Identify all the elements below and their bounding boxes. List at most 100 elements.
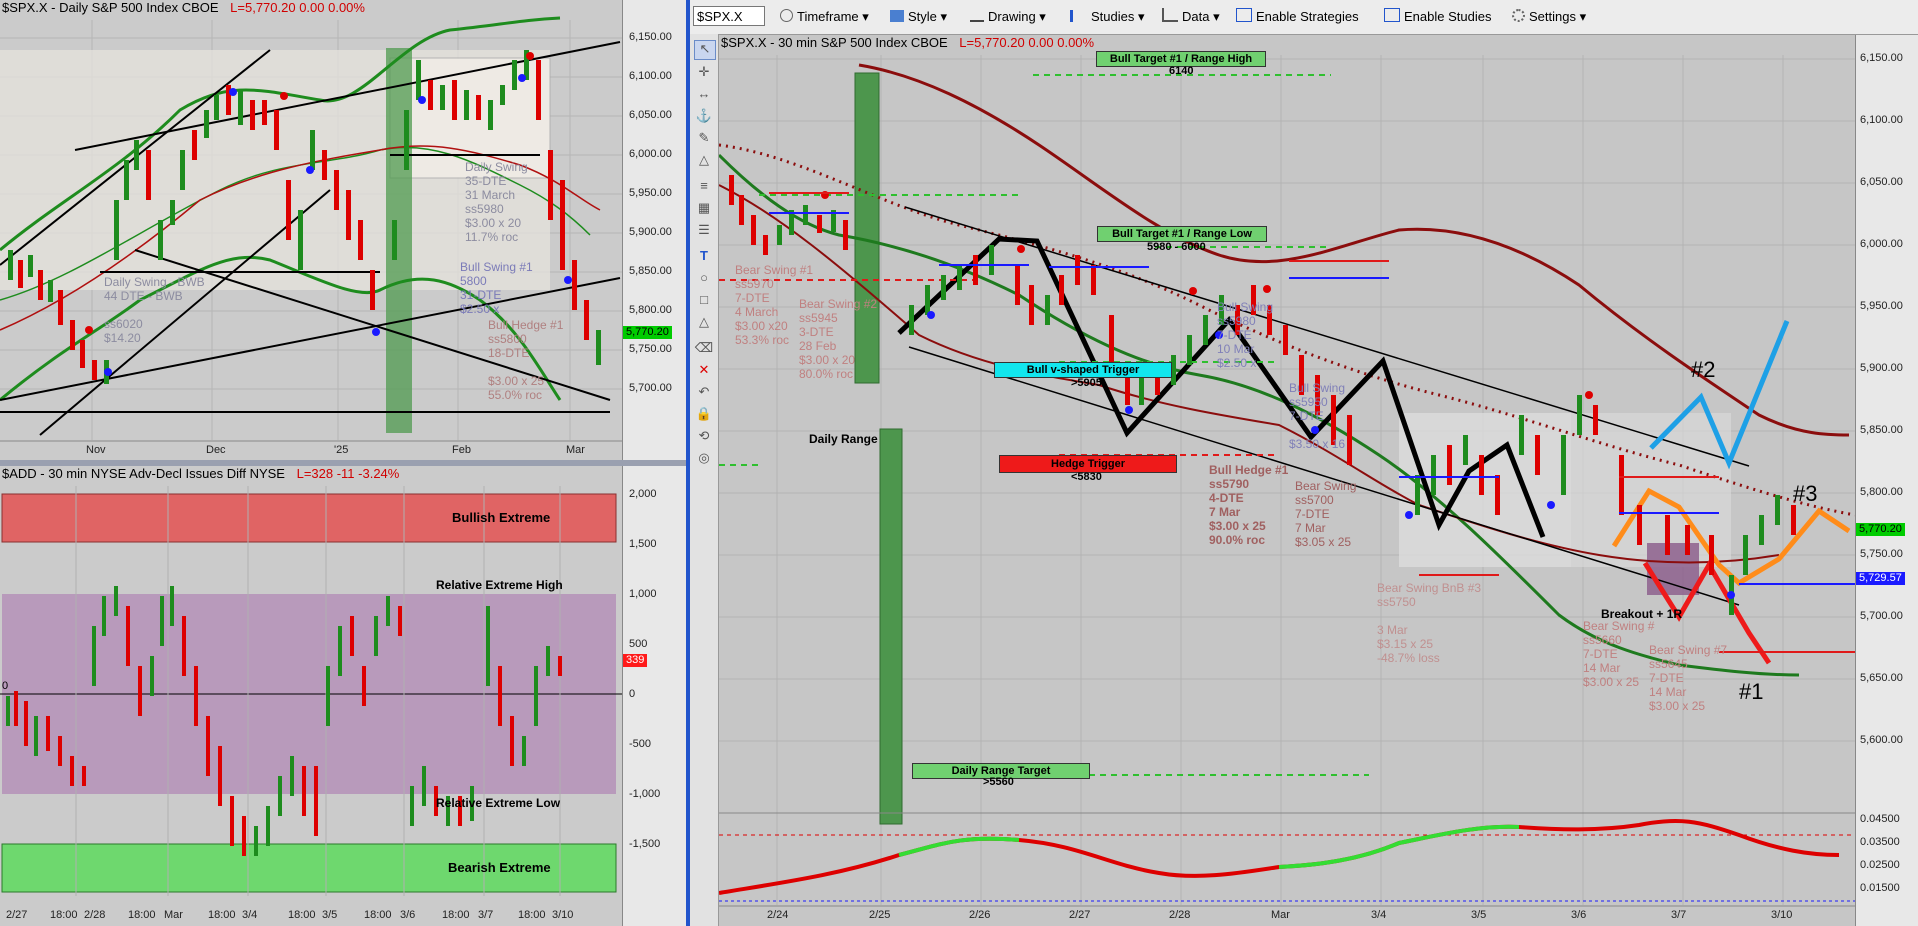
pencil-icon: [970, 8, 984, 22]
scenario-1-label: #1: [1739, 679, 1764, 704]
symbol-input[interactable]: $SPX.X: [693, 6, 765, 26]
bull-swing-a-note: Bull Swing ss5980 7-DTE 10 Mar $2.50 x: [1217, 300, 1274, 370]
eraser-tool-icon[interactable]: ⌫: [694, 340, 714, 358]
enable-studies-toggle[interactable]: Enable Studies: [1384, 8, 1491, 26]
y-tick: 6,000.00: [629, 148, 672, 160]
lock-tool-icon[interactable]: 🔒: [694, 406, 714, 424]
scenario-2-label: #2: [1691, 357, 1716, 382]
bear-swing-e-note: Bear Swing #7 ss5645 7-DTE 14 Mar $3.00 …: [1649, 643, 1728, 713]
hedge-trigger-value: <5830: [1071, 471, 1102, 483]
y-tick: 5,800.00: [1860, 486, 1903, 498]
x-tick: Mar: [164, 909, 183, 921]
x-tick: 18:00: [50, 909, 78, 921]
y-tick-lower: 0.02500: [1860, 859, 1900, 871]
settings-menu[interactable]: Settings ▾: [1512, 8, 1586, 26]
bear-swing-bnb-note: Bear Swing BnB #3 ss5750 3 Mar $3.15 x 2…: [1377, 581, 1482, 665]
chart-toolbar: $SPX.X Timeframe ▾ Style ▾ Drawing ▾ Stu…: [690, 0, 1918, 35]
intraday-price-box-2: 5,729.57: [1856, 572, 1905, 585]
drawing-menu[interactable]: Drawing ▾: [970, 8, 1046, 26]
style-menu[interactable]: Style ▾: [890, 8, 947, 26]
y-tick: -1,000: [629, 788, 661, 800]
y-tick: 5,950.00: [629, 187, 672, 199]
drawing-label: Drawing: [988, 9, 1036, 24]
y-tick: 6,050.00: [629, 109, 672, 121]
y-tick: 5,650.00: [1860, 672, 1903, 684]
enable-studies-label: Enable Studies: [1404, 9, 1492, 24]
x-tick: 2/27: [6, 909, 28, 921]
y-tick-lower: 0.04500: [1860, 813, 1900, 825]
list-tool-icon[interactable]: ☰: [694, 222, 714, 240]
y-tick: 1,000: [629, 588, 657, 600]
x-tick: Mar: [566, 444, 585, 456]
y-tick: 500: [629, 638, 648, 650]
y-tick: 5,900.00: [1860, 362, 1903, 374]
daily-chart-panel: $SPX.X - Daily S&P 500 Index CBOE L=5,77…: [0, 0, 686, 460]
x-tick: 18:00: [208, 909, 236, 921]
daily-swing-bwb-note: Daily Swing - BWB 44 DTE - BWB ss6020 $1…: [104, 275, 205, 345]
y-tick-lower: 0.03500: [1860, 836, 1900, 848]
y-tick: 5,950.00: [1860, 300, 1903, 312]
brush-tool-icon[interactable]: ✎: [694, 130, 714, 148]
triangle-shape-icon[interactable]: △: [694, 314, 714, 332]
x-tick: 18:00: [518, 909, 546, 921]
y-tick: -500: [629, 738, 652, 750]
scenario-3-label: #3: [1793, 481, 1818, 506]
circle-tool-icon[interactable]: ○: [694, 270, 714, 288]
fib-tool-icon[interactable]: ≡: [694, 178, 714, 196]
data-menu[interactable]: Data ▾: [1162, 8, 1220, 26]
x-tick: Nov: [86, 444, 106, 456]
x-tick: 2/28: [1169, 909, 1191, 921]
settings-tool-icon[interactable]: ◎: [694, 450, 714, 468]
daily-price-box: 5,770.20: [623, 326, 672, 339]
grid-tool-icon[interactable]: ▦: [694, 200, 714, 218]
intraday-chart-panel: $SPX.X - 30 min S&P 500 Index CBOE L=5,7…: [719, 35, 1918, 926]
y-tick: 6,150.00: [629, 31, 672, 43]
bull-swing-note: Bull Swing #1 5800 31-DTE $2.50 x: [460, 260, 533, 316]
undo-tool-icon[interactable]: ↶: [694, 384, 714, 402]
intraday-price-axis: 6,150.00 6,100.00 6,050.00 6,000.00 5,95…: [1855, 35, 1918, 926]
y-tick: 1,500: [629, 538, 657, 550]
y-tick: 5,900.00: [629, 226, 672, 238]
triangle-tool-icon[interactable]: △: [694, 152, 714, 170]
y-tick: 5,750.00: [629, 343, 672, 355]
adv-decl-value-box: 339: [623, 654, 648, 667]
delete-tool-icon[interactable]: ✕: [694, 362, 714, 380]
rectangle-tool-icon[interactable]: □: [694, 292, 714, 310]
enable-strategies-toggle[interactable]: Enable Strategies: [1236, 8, 1359, 26]
studies-menu[interactable]: Studies ▾: [1070, 8, 1145, 26]
v-trigger-banner: Bull v-shaped Trigger: [994, 362, 1172, 378]
x-tick: 3/10: [1771, 909, 1793, 921]
intraday-chart-symbol: $SPX.X - 30 min S&P 500 Index CBOE: [721, 35, 948, 50]
drawing-tools-bar: ↖ ✛ ↔ ⚓ ✎ △ ≡ ▦ ☰ T ○ □ △ ⌫ ✕ ↶ 🔒 ⟲ ◎: [690, 34, 719, 926]
y-tick: 5,700.00: [629, 382, 672, 394]
cursor-tool-icon[interactable]: ↖: [694, 40, 716, 60]
y-tick: 5,850.00: [1860, 424, 1903, 436]
daily-chart-symbol: $SPX.X - Daily S&P 500 Index CBOE: [2, 0, 219, 15]
x-tick: 18:00: [442, 909, 470, 921]
intraday-chart-header: $SPX.X - 30 min S&P 500 Index CBOE L=5,7…: [719, 35, 1095, 51]
move-tool-icon[interactable]: ↔: [694, 86, 714, 104]
studies-toggle-icon: [1384, 8, 1400, 22]
strategies-icon: [1236, 8, 1252, 22]
y-tick: 0: [629, 688, 636, 700]
style-icon: [890, 10, 904, 22]
adv-decl-canvas: [0, 466, 622, 926]
text-tool-icon[interactable]: T: [694, 248, 714, 266]
x-tick: Mar: [1271, 909, 1290, 921]
x-tick: 3/6: [1571, 909, 1587, 921]
intraday-price-box: 5,770.20: [1856, 523, 1905, 536]
adv-decl-panel: $ADD - 30 min NYSE Adv-Decl Issues Diff …: [0, 466, 686, 926]
anchor-tool-icon[interactable]: ⚓: [694, 108, 714, 126]
x-tick: 18:00: [128, 909, 156, 921]
crosshair-tool-icon[interactable]: ✛: [694, 64, 714, 82]
timeframe-menu[interactable]: Timeframe ▾: [780, 8, 869, 26]
v-trigger-label: Bull v-shaped Trigger: [1026, 364, 1140, 376]
studies-icon: [1070, 10, 1087, 22]
v-trigger-value: >5905: [1071, 377, 1102, 389]
panel-divider-horizontal[interactable]: [0, 460, 686, 466]
intraday-x-axis: 2/24 2/25 2/26 2/27 2/28 Mar 3/4 3/5 3/6…: [719, 907, 1855, 926]
y-tick-lower: 0.01500: [1860, 882, 1900, 894]
x-tick: 3/5: [322, 909, 338, 921]
y-tick: 6,100.00: [1860, 114, 1903, 126]
magnet-tool-icon[interactable]: ⟲: [694, 428, 714, 446]
